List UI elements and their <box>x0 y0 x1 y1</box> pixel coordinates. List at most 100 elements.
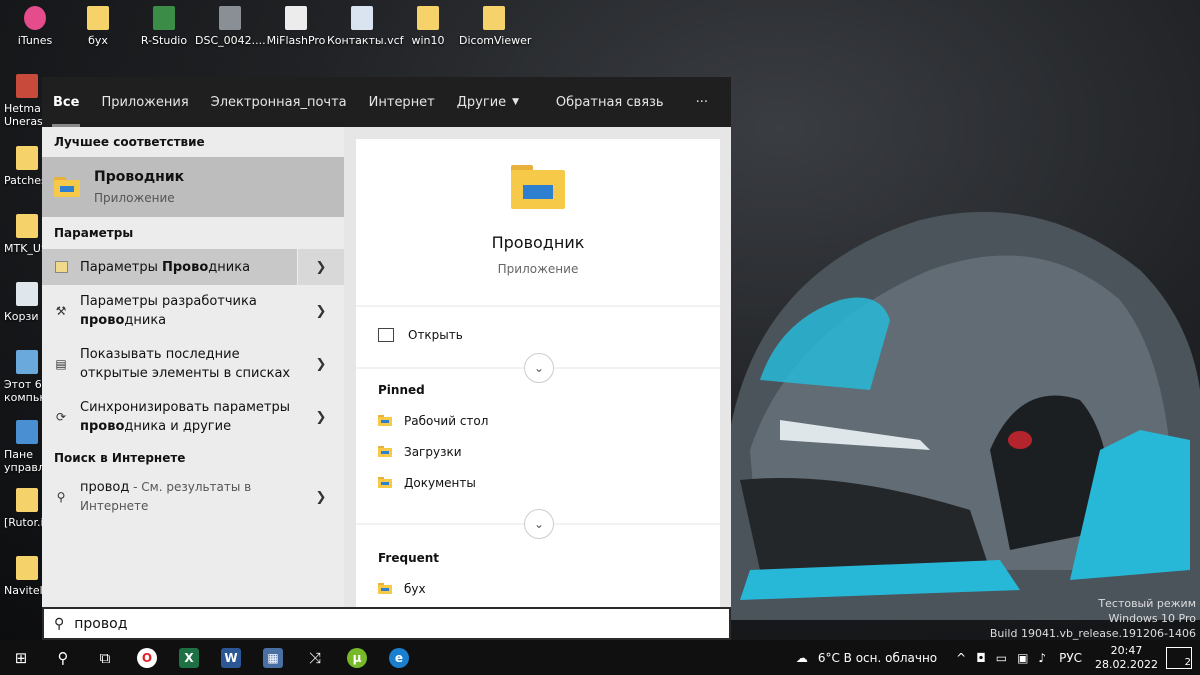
taskbar-app-opera[interactable]: O <box>126 640 168 675</box>
weather-cloud-icon[interactable]: ☁ <box>796 651 808 665</box>
search-icon: ⚲ <box>54 615 65 632</box>
chevron-right-icon[interactable]: ❯ <box>298 285 344 337</box>
hetman-icon <box>16 74 38 98</box>
desktop-icon-r-studio[interactable]: R-Studio <box>129 6 199 47</box>
pinned-item[interactable]: Рабочий стол <box>356 405 720 436</box>
best-match-subtitle: Приложение <box>94 191 175 205</box>
feedback-button[interactable]: Обратная связь <box>545 77 675 127</box>
chevron-right-icon[interactable]: ❯ <box>298 337 344 391</box>
folder-icon <box>16 488 38 512</box>
chevron-right-icon[interactable]: ❯ <box>298 473 344 521</box>
desktop-icon-mtk[interactable]: MTK_US <box>4 214 44 255</box>
tab-apps[interactable]: Приложения <box>90 77 199 127</box>
file-explorer-icon <box>54 177 80 197</box>
desktop-icon-miflashpro[interactable]: MiFlashPro <box>261 6 331 47</box>
best-match-title: Проводник <box>94 169 185 185</box>
preview-title: Проводник <box>491 233 585 252</box>
pinned-item[interactable]: Документы <box>356 467 720 498</box>
chevron-down-icon: ⌄ <box>533 361 545 375</box>
settings-item-developer-options[interactable]: ⚒ Параметры разработчика проводника ❯ <box>42 285 344 337</box>
settings-item-recent-items[interactable]: ▤ Показывать последние открытые элементы… <box>42 337 344 391</box>
taskbar-app-shuffle[interactable]: ⤨ <box>294 640 336 675</box>
chevron-right-icon[interactable]: ❯ <box>297 249 344 285</box>
search-icon: ⚲ <box>56 490 66 504</box>
camera-icon[interactable]: ◘ <box>976 651 986 665</box>
image-file-icon <box>219 6 241 30</box>
desktop-icon-dsc[interactable]: DSC_0042.... <box>195 6 266 47</box>
desktop-icon-this-pc[interactable]: Этот 6 компью <box>4 350 44 404</box>
best-match-item[interactable]: Проводник Приложение <box>42 157 344 217</box>
results-list: Лучшее соответствие Проводник Приложение… <box>42 127 344 640</box>
expand-button[interactable]: ⌄ <box>524 509 554 539</box>
taskbar-app-excel[interactable]: X <box>168 640 210 675</box>
best-match-header: Лучшее соответствие <box>54 135 205 149</box>
sync-icon: ⟳ <box>55 410 67 424</box>
preview-subtitle: Приложение <box>497 262 579 276</box>
folder-icon <box>378 446 392 457</box>
desktop-icon-navitel[interactable]: Navitel_ <box>4 556 44 597</box>
taskbar-app-calculator[interactable]: ▦ <box>252 640 294 675</box>
taskbar: ⊞ ⚲ ⧉ O X W ▦ ⤨ µ e ☁ 6°C В осн. облачно… <box>0 640 1200 675</box>
app-preview-card: Проводник Приложение <box>356 139 720 305</box>
frequent-item[interactable]: бух <box>356 573 720 604</box>
folder-icon <box>417 6 439 30</box>
desktop-icon-win10[interactable]: win10 <box>393 6 463 47</box>
battery-icon[interactable]: ▭ <box>996 651 1007 665</box>
search-tabs: Все Приложения Электронная_почта Интерне… <box>42 77 731 127</box>
search-input[interactable]: ⚲ провод <box>42 607 731 640</box>
tab-email[interactable]: Электронная_почта <box>200 77 358 127</box>
weather-text[interactable]: 6°C В осн. облачно <box>818 651 937 665</box>
taskbar-app-word[interactable]: W <box>210 640 252 675</box>
task-view-button[interactable]: ⧉ <box>84 640 126 675</box>
chevron-right-icon[interactable]: ❯ <box>298 391 344 443</box>
settings-header: Параметры <box>54 226 134 240</box>
desktop-icon-rutor[interactable]: [Rutor.in <box>4 488 44 529</box>
desktop-icon-hetman[interactable]: Hetma Uneras <box>4 74 44 128</box>
chevron-up-icon[interactable]: ^ <box>956 651 966 665</box>
folder-icon <box>483 6 505 30</box>
language-indicator[interactable]: РУС <box>1059 651 1082 665</box>
expand-button[interactable]: ⌄ <box>524 353 554 383</box>
desktop-icon-recycle-bin[interactable]: Корзи <box>4 282 44 323</box>
pinned-header: Pinned <box>378 383 425 397</box>
tab-more[interactable]: Другие ▼ <box>446 77 530 127</box>
computer-icon <box>16 350 38 374</box>
wallpaper-car <box>720 211 1200 620</box>
desktop-icon-control-panel[interactable]: Пане управле <box>4 420 44 474</box>
folder-icon <box>16 146 38 170</box>
folder-icon <box>378 415 392 426</box>
network-icon[interactable]: ▣ <box>1017 651 1028 665</box>
tools-icon: ⚒ <box>55 304 67 318</box>
miflashpro-icon <box>285 6 307 30</box>
settings-item-explorer-options[interactable]: Параметры Проводника ❯ <box>42 249 344 285</box>
windows-logo-icon: ⊞ <box>14 648 28 667</box>
folder-icon <box>378 477 392 488</box>
more-options-button[interactable]: ··· <box>685 77 719 127</box>
desktop-icon-contacts[interactable]: Контакты.vcf <box>327 6 404 47</box>
search-icon: ⚲ <box>57 648 69 667</box>
start-button[interactable]: ⊞ <box>0 640 42 675</box>
folder-icon <box>378 583 392 594</box>
edge-icon: e <box>389 647 409 668</box>
file-explorer-icon <box>511 165 565 209</box>
desktop-icon-buh[interactable]: бух <box>63 6 133 47</box>
settings-item-sync[interactable]: ⟳ Синхронизировать параметры проводника … <box>42 391 344 443</box>
desktop-icon-dicomviewer[interactable]: DicomViewer <box>459 6 531 47</box>
open-icon <box>378 328 394 342</box>
desktop-icon-patches[interactable]: Patches <box>4 146 44 187</box>
itunes-icon <box>24 6 46 30</box>
taskbar-app-utorrent[interactable]: µ <box>336 640 378 675</box>
clock[interactable]: 20:47 28.02.2022 <box>1095 644 1158 672</box>
taskbar-app-edge[interactable]: e <box>378 640 420 675</box>
notification-center-icon[interactable]: 2 <box>1166 646 1192 669</box>
pinned-item[interactable]: Загрузки <box>356 436 720 467</box>
search-button[interactable]: ⚲ <box>42 640 84 675</box>
web-search-item[interactable]: ⚲ провод - См. результаты в Интернете ❯ <box>42 473 344 521</box>
tab-all[interactable]: Все <box>42 77 90 127</box>
search-panel: Все Приложения Электронная_почта Интерне… <box>42 77 731 640</box>
volume-icon[interactable]: ♪ <box>1038 651 1046 665</box>
folder-icon <box>16 556 38 580</box>
tab-web[interactable]: Интернет <box>358 77 446 127</box>
recycle-bin-icon <box>16 282 38 306</box>
desktop-icon-itunes[interactable]: iTunes <box>0 6 70 47</box>
